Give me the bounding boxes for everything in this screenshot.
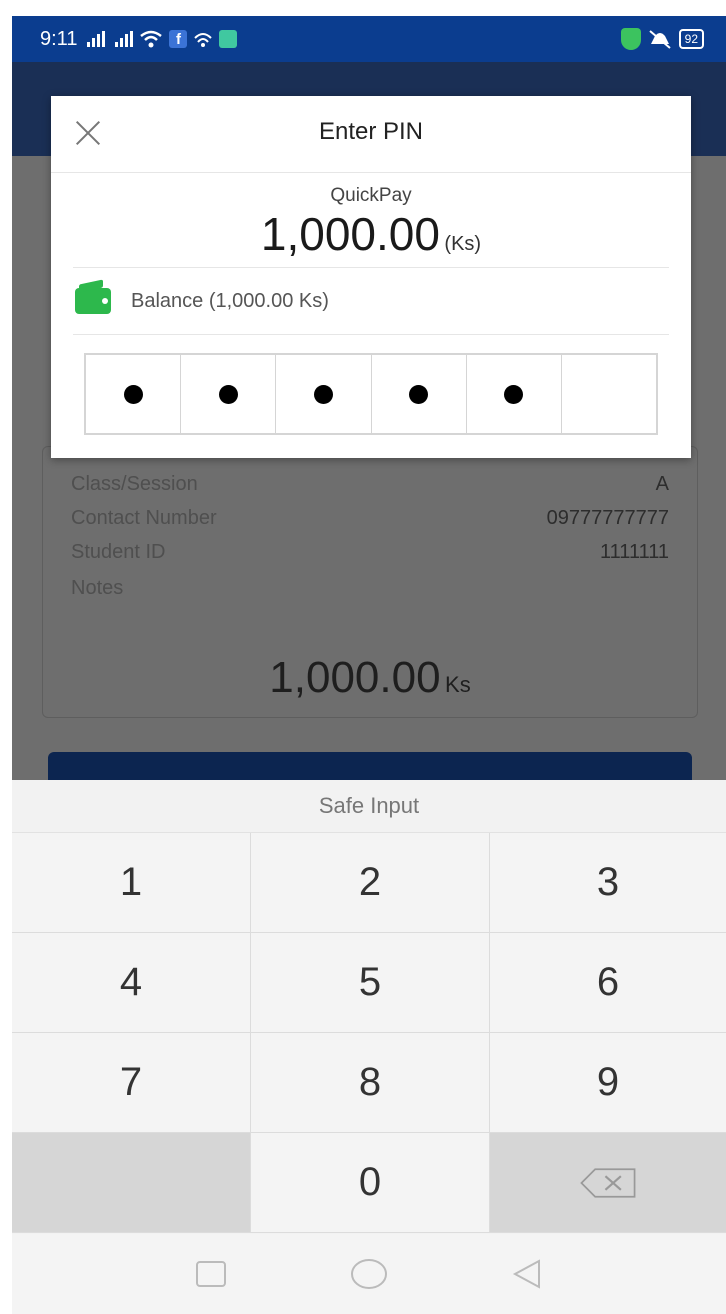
facebook-icon: f [169,30,188,48]
recents-button[interactable] [191,1254,231,1294]
key-2[interactable]: 2 [251,833,490,933]
key-1[interactable]: 1 [12,833,251,933]
key-4[interactable]: 4 [12,933,251,1033]
square-icon [196,1261,226,1287]
phone-screen: 9:11 f 92 Class/Session A Contact Number… [12,16,726,1314]
dialog-title: Enter PIN [318,118,424,145]
key-9[interactable]: 9 [490,1033,726,1133]
status-time: 9:11 [40,27,78,50]
detail-label: Class/Session [71,473,198,495]
balance-text: Balance (1,000.00 Ks) [131,289,329,312]
pin-dot [409,384,429,404]
signal-icon [115,31,134,47]
delete-key[interactable] [490,1133,726,1233]
pin-dot [123,384,143,404]
detail-row-class: Class/Session A [71,473,669,496]
detail-value: 09777777777 [546,507,669,529]
mute-icon [648,30,671,49]
signal-icon [87,31,106,47]
pin-input[interactable] [84,353,658,435]
circle-icon [351,1259,387,1289]
home-button[interactable] [349,1254,389,1294]
pin-dot [313,384,333,404]
pin-cell [276,355,372,433]
system-nav-bar [12,1234,726,1314]
detail-value: 1111111 [600,541,669,563]
detail-row-notes: Notes [71,577,669,600]
payment-amount: 1,000.00 (Ks) [73,207,669,261]
card-amount: 1,000.00 Ks [43,653,697,703]
safe-input-keyboard: Safe Input 1 2 3 4 5 6 7 8 9 0 [12,780,726,1234]
status-bar: 9:11 f 92 [12,16,726,62]
pin-cell [181,355,277,433]
payment-details-card: Class/Session A Contact Number 097777777… [42,446,698,718]
back-button[interactable] [507,1254,547,1294]
backspace-icon [580,1167,636,1198]
detail-row-student-id: Student ID 1111111 [71,541,669,564]
detail-label: Notes [71,577,124,599]
key-3[interactable]: 3 [490,833,726,933]
keyboard-title: Safe Input [12,780,726,833]
pin-cell [86,355,182,433]
detail-value: A [655,473,669,495]
pin-dot [504,384,524,404]
key-6[interactable]: 6 [490,933,726,1033]
pin-cell [467,355,562,433]
key-5[interactable]: 5 [251,933,490,1033]
key-0[interactable]: 0 [251,1133,490,1233]
payment-amount-unit: (Ks) [444,233,482,255]
pin-cell [562,355,656,433]
app-notification-icon [219,30,238,48]
shield-icon [620,28,641,50]
hotspot-icon [194,33,213,47]
keypad: 1 2 3 4 5 6 7 8 9 0 [12,833,726,1233]
dialog-header: Enter PIN [51,96,691,173]
key-8[interactable]: 8 [251,1033,490,1133]
balance-row: Balance (1,000.00 Ks) [73,268,669,335]
card-amount-unit: Ks [445,672,471,697]
pin-dot [218,384,238,404]
detail-label: Contact Number [71,507,217,529]
triangle-back-icon [512,1259,540,1289]
payment-amount-value: 1,000.00 [260,208,440,260]
detail-label: Student ID [71,541,166,563]
merchant-name: QuickPay [330,185,412,206]
battery-icon: 92 [678,29,704,49]
enter-pin-dialog: Enter PIN QuickPay 1,000.00 (Ks) Balance… [51,96,691,458]
pin-cell [372,355,467,433]
payment-summary: QuickPay 1,000.00 (Ks) [73,173,669,268]
detail-row-contact: Contact Number 09777777777 [71,507,669,530]
status-bar-left: 9:11 f [40,27,238,51]
wallet-icon [75,288,111,314]
card-amount-value: 1,000.00 [269,653,441,702]
key-7[interactable]: 7 [12,1033,251,1133]
wifi-icon [140,30,163,48]
key-blank [12,1133,251,1233]
status-bar-right: 92 [620,28,704,50]
